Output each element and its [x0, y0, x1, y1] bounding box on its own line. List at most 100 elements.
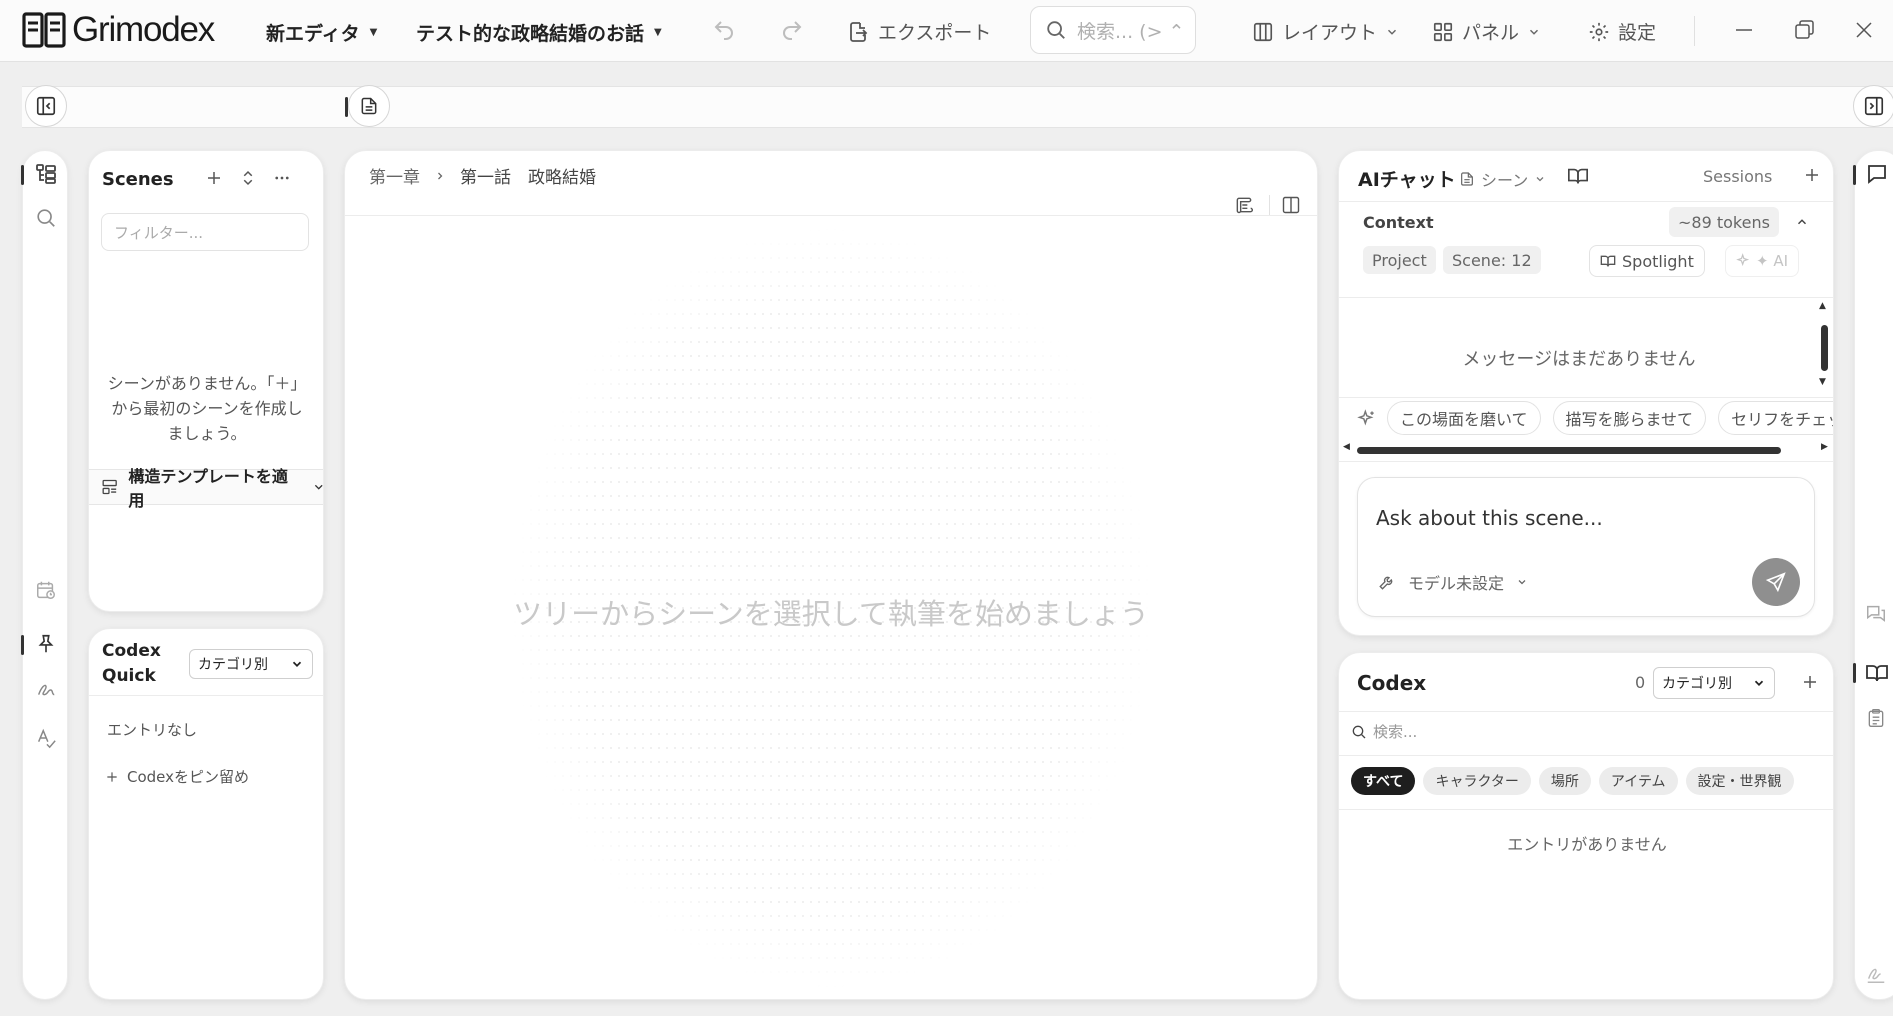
- scroll-left-arrow[interactable]: ◀: [1343, 442, 1350, 452]
- model-select[interactable]: モデル未設定: [1378, 570, 1528, 594]
- toggle-left-sidebar-button[interactable]: [25, 85, 67, 127]
- scene-filter-input[interactable]: フィルター...: [101, 213, 309, 251]
- scroll-down-arrow[interactable]: ▼: [1819, 377, 1826, 387]
- calendar-clock-icon: [37, 581, 55, 599]
- send-icon: [1765, 572, 1786, 593]
- project-menu[interactable]: テスト的な政略結婚のお話 ▼: [416, 19, 662, 46]
- divider: [1269, 195, 1270, 215]
- codex-category-select[interactable]: カテゴリ別: [1653, 667, 1775, 699]
- breadcrumb-chapter[interactable]: 第一章: [369, 163, 420, 188]
- right-icon-rail: [1853, 150, 1893, 1000]
- notes-button[interactable]: [1866, 707, 1886, 729]
- signature-button[interactable]: [1865, 963, 1887, 985]
- layout-menu[interactable]: レイアウト: [1252, 18, 1399, 45]
- calendar-button[interactable]: [35, 579, 57, 601]
- suggestions-icon: [1357, 409, 1377, 429]
- export-button[interactable]: エクスポート: [846, 18, 991, 45]
- tab-characters[interactable]: キャラクター: [1423, 767, 1531, 795]
- document-icon: [1461, 172, 1473, 186]
- editor-menu[interactable]: 新エディタ ▼: [266, 19, 377, 46]
- minimize-button[interactable]: [1734, 18, 1754, 42]
- codex-quick-panel: Codex Quick カテゴリ別 エントリなし Codexをピン留め: [88, 628, 324, 1000]
- divider: [1339, 297, 1833, 298]
- caret-down-icon: ▼: [369, 27, 378, 38]
- scenes-more-button[interactable]: [272, 169, 292, 187]
- clipboard-icon: [1868, 709, 1884, 727]
- project-menu-label: テスト的な政略結婚のお話: [416, 23, 645, 45]
- redo-button[interactable]: [780, 18, 804, 42]
- sessions-button[interactable]: Sessions: [1703, 167, 1772, 186]
- new-session-button[interactable]: [1803, 166, 1821, 184]
- chat-scope-select[interactable]: シーン: [1459, 167, 1546, 191]
- pin-button[interactable]: [35, 633, 57, 655]
- chevron-down-icon: [292, 661, 302, 667]
- suggestion-chip[interactable]: 描写を膨らませて: [1552, 401, 1707, 435]
- ai-context-button[interactable]: ✦ AI: [1725, 245, 1800, 277]
- codex-quick-category-select[interactable]: カテゴリ別: [189, 649, 313, 679]
- split-view-button[interactable]: [1280, 195, 1302, 215]
- chevron-down-icon: [1530, 29, 1539, 35]
- codex-reference-button[interactable]: [1567, 165, 1589, 187]
- rail-search-button[interactable]: [35, 207, 57, 229]
- panel-menu[interactable]: パネル: [1432, 18, 1541, 45]
- tab-locations[interactable]: 場所: [1538, 767, 1591, 795]
- pin-codex-button[interactable]: Codexをピン留め: [105, 766, 249, 787]
- open-book-icon: [1568, 168, 1588, 184]
- context-chip-scene[interactable]: Scene: 12: [1443, 246, 1541, 274]
- breadcrumb-scene[interactable]: 第一話 政略結婚: [460, 163, 596, 188]
- empty-line: ましょう。: [167, 424, 247, 443]
- spotlight-button[interactable]: Spotlight: [1589, 245, 1705, 277]
- expand-collapse-button[interactable]: [239, 169, 257, 187]
- codex-quick-title-line: Codex: [102, 641, 161, 661]
- tab-items[interactable]: アイテム: [1598, 767, 1678, 795]
- handwriting-button[interactable]: [35, 679, 57, 701]
- spellcheck-button[interactable]: [35, 727, 57, 749]
- scroll-view-button[interactable]: [1233, 195, 1255, 215]
- chat-toggle-button[interactable]: [1865, 162, 1889, 186]
- divider: [1339, 755, 1833, 756]
- chevrons-up-down-icon: [243, 170, 253, 186]
- tree-view-button[interactable]: [34, 162, 58, 186]
- divider: [1339, 201, 1833, 202]
- book-logo-icon: [22, 12, 66, 48]
- close-window-button[interactable]: [1854, 18, 1874, 42]
- toggle-right-sidebar-button[interactable]: [1853, 85, 1893, 127]
- ai-chat-panel: AIチャット シーン Sessions Context ~89 tokens P…: [1338, 150, 1834, 636]
- chevron-down-icon: [1388, 29, 1397, 35]
- scroll-right-arrow[interactable]: ▶: [1821, 442, 1828, 452]
- open-book-icon: [1600, 255, 1616, 267]
- codex-search-input[interactable]: 検索...: [1351, 721, 1417, 742]
- suggestion-chip[interactable]: セリフをチェック: [1718, 401, 1833, 435]
- context-chip-project[interactable]: Project: [1363, 246, 1436, 274]
- layout-label: レイアウト: [1282, 22, 1378, 44]
- divider: [1694, 16, 1695, 46]
- add-scene-button[interactable]: [205, 169, 223, 187]
- scroll-up-arrow[interactable]: ▲: [1819, 301, 1826, 311]
- tab-world-settings[interactable]: 設定・世界観: [1685, 767, 1794, 795]
- chat-input[interactable]: Ask about this scene...: [1376, 506, 1603, 530]
- token-count-badge: ~89 tokens: [1669, 207, 1779, 237]
- send-button[interactable]: [1752, 558, 1800, 606]
- app-logo: Grimodex: [22, 10, 215, 50]
- suggestions-scrollbar-thumb[interactable]: [1357, 447, 1781, 454]
- codex-quick-title: Codex Quick: [102, 639, 161, 689]
- divider: [1339, 461, 1833, 462]
- undo-button[interactable]: [712, 18, 736, 42]
- settings-button[interactable]: 設定: [1588, 18, 1656, 45]
- apply-template-button[interactable]: 構造テンプレートを適用: [89, 467, 323, 510]
- global-search-input[interactable]: 検索... (> ⌃: [1030, 6, 1196, 54]
- document-view-button[interactable]: [348, 85, 390, 127]
- tab-all[interactable]: すべて: [1351, 767, 1416, 795]
- select-value: カテゴリ別: [198, 657, 268, 673]
- active-marker: [1853, 663, 1856, 683]
- messages-button[interactable]: [1865, 603, 1887, 625]
- chat-scrollbar-thumb[interactable]: [1821, 325, 1828, 371]
- suggestion-chip[interactable]: この場面を磨いて: [1387, 401, 1541, 435]
- ai-chat-title: AIチャット: [1358, 169, 1456, 191]
- add-codex-entry-button[interactable]: [1801, 673, 1819, 691]
- codex-empty-state: エントリがありません: [1507, 835, 1667, 854]
- codex-toggle-button[interactable]: [1865, 661, 1889, 685]
- more-horizontal-icon: [275, 176, 289, 180]
- collapse-context-button[interactable]: [1795, 215, 1809, 229]
- restore-button[interactable]: [1794, 18, 1816, 42]
